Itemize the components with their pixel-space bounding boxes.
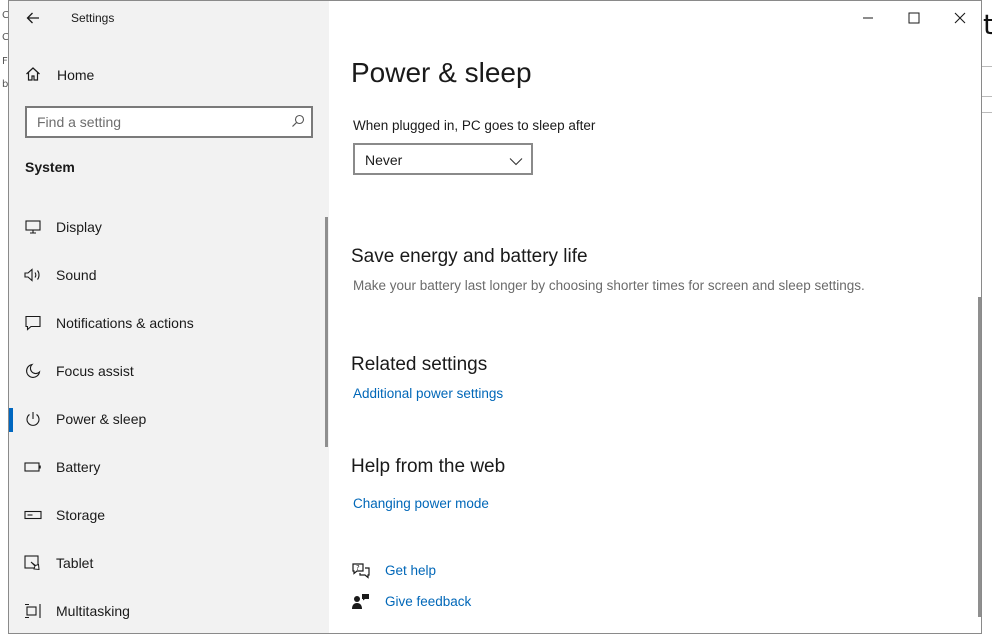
sleep-dropdown-value: Never: [365, 152, 403, 168]
background-divider: [982, 96, 992, 97]
get-help-row[interactable]: ? Get help: [351, 559, 551, 583]
app-title: Settings: [71, 11, 115, 25]
moon-icon: [24, 362, 42, 380]
background-glyph: F: [2, 56, 8, 67]
get-help-link[interactable]: Get help: [385, 563, 436, 578]
monitor-icon: [24, 218, 42, 236]
section-label-system: System: [25, 159, 75, 175]
home-button[interactable]: Home: [9, 59, 329, 91]
close-button[interactable]: [937, 5, 981, 31]
sidebar-item-multitasking[interactable]: Multitasking: [9, 587, 329, 633]
sidebar-scrollbar[interactable]: [325, 217, 328, 447]
sidebar-item-label: Notifications & actions: [56, 315, 194, 331]
message-icon: [24, 314, 42, 332]
additional-power-settings-link[interactable]: Additional power settings: [353, 386, 503, 401]
multitasking-icon: [24, 602, 42, 620]
sidebar-item-focus-assist[interactable]: Focus assist: [9, 347, 329, 395]
search-box: [25, 106, 313, 138]
save-energy-heading: Save energy and battery life: [351, 246, 588, 267]
sleep-label: When plugged in, PC goes to sleep after: [353, 118, 596, 133]
chevron-down-icon: [509, 153, 523, 171]
give-feedback-link[interactable]: Give feedback: [385, 594, 471, 609]
page-title: Power & sleep: [351, 57, 532, 88]
save-energy-description: Make your battery last longer by choosin…: [353, 278, 865, 293]
storage-icon: [24, 506, 42, 524]
sidebar-item-battery[interactable]: Battery: [9, 443, 329, 491]
maximize-button[interactable]: [891, 5, 937, 31]
get-help-icon: ?: [351, 562, 371, 585]
sidebar-item-label: Sound: [56, 267, 97, 283]
sidebar-item-display[interactable]: Display: [9, 203, 329, 251]
background-divider: [982, 66, 992, 67]
main-content: Power & sleep When plugged in, PC goes t…: [329, 1, 981, 633]
minimize-button[interactable]: [845, 5, 891, 31]
tablet-icon: [24, 554, 42, 572]
sidebar-item-label: Tablet: [56, 555, 94, 571]
sleep-dropdown[interactable]: Never: [353, 143, 533, 175]
changing-power-mode-link[interactable]: Changing power mode: [353, 496, 489, 511]
battery-icon: [24, 458, 42, 476]
background-divider: [982, 112, 992, 113]
sidebar-item-notifications[interactable]: Notifications & actions: [9, 299, 329, 347]
background-glyph: t: [983, 8, 992, 41]
sidebar-item-label: Multitasking: [56, 603, 130, 619]
sidebar-nav: Display Sound Notifications & actions Fo…: [9, 203, 329, 633]
home-label: Home: [57, 67, 95, 83]
sidebar-item-storage[interactable]: Storage: [9, 491, 329, 539]
sidebar-item-label: Focus assist: [56, 363, 134, 379]
back-arrow-icon: [26, 12, 39, 24]
svg-text:?: ?: [356, 564, 360, 572]
give-feedback-row[interactable]: Give feedback: [351, 590, 551, 614]
sidebar-item-label: Battery: [56, 459, 101, 475]
help-from-web-heading: Help from the web: [351, 456, 506, 477]
sidebar-item-power-sleep[interactable]: Power & sleep: [9, 395, 329, 443]
power-icon: [24, 410, 42, 428]
maximize-icon: [908, 12, 920, 24]
search-icon[interactable]: [291, 114, 305, 133]
settings-window: Settings Home System: [8, 0, 982, 634]
title-bar: Settings: [9, 1, 329, 35]
give-feedback-icon: [351, 593, 371, 616]
sidebar-item-tablet[interactable]: Tablet: [9, 539, 329, 587]
minimize-icon: [863, 17, 873, 19]
close-icon: [954, 12, 966, 24]
sidebar-item-label: Power & sleep: [56, 411, 147, 427]
speaker-icon: [24, 266, 42, 284]
back-button[interactable]: [21, 7, 45, 29]
search-input[interactable]: [27, 108, 287, 136]
sidebar-item-label: Storage: [56, 507, 106, 523]
home-icon: [25, 66, 41, 87]
sidebar: Settings Home System: [9, 1, 329, 633]
sidebar-item-sound[interactable]: Sound: [9, 251, 329, 299]
content-scrollbar[interactable]: [978, 297, 981, 617]
related-settings-heading: Related settings: [351, 354, 488, 375]
sidebar-item-label: Display: [56, 219, 102, 235]
